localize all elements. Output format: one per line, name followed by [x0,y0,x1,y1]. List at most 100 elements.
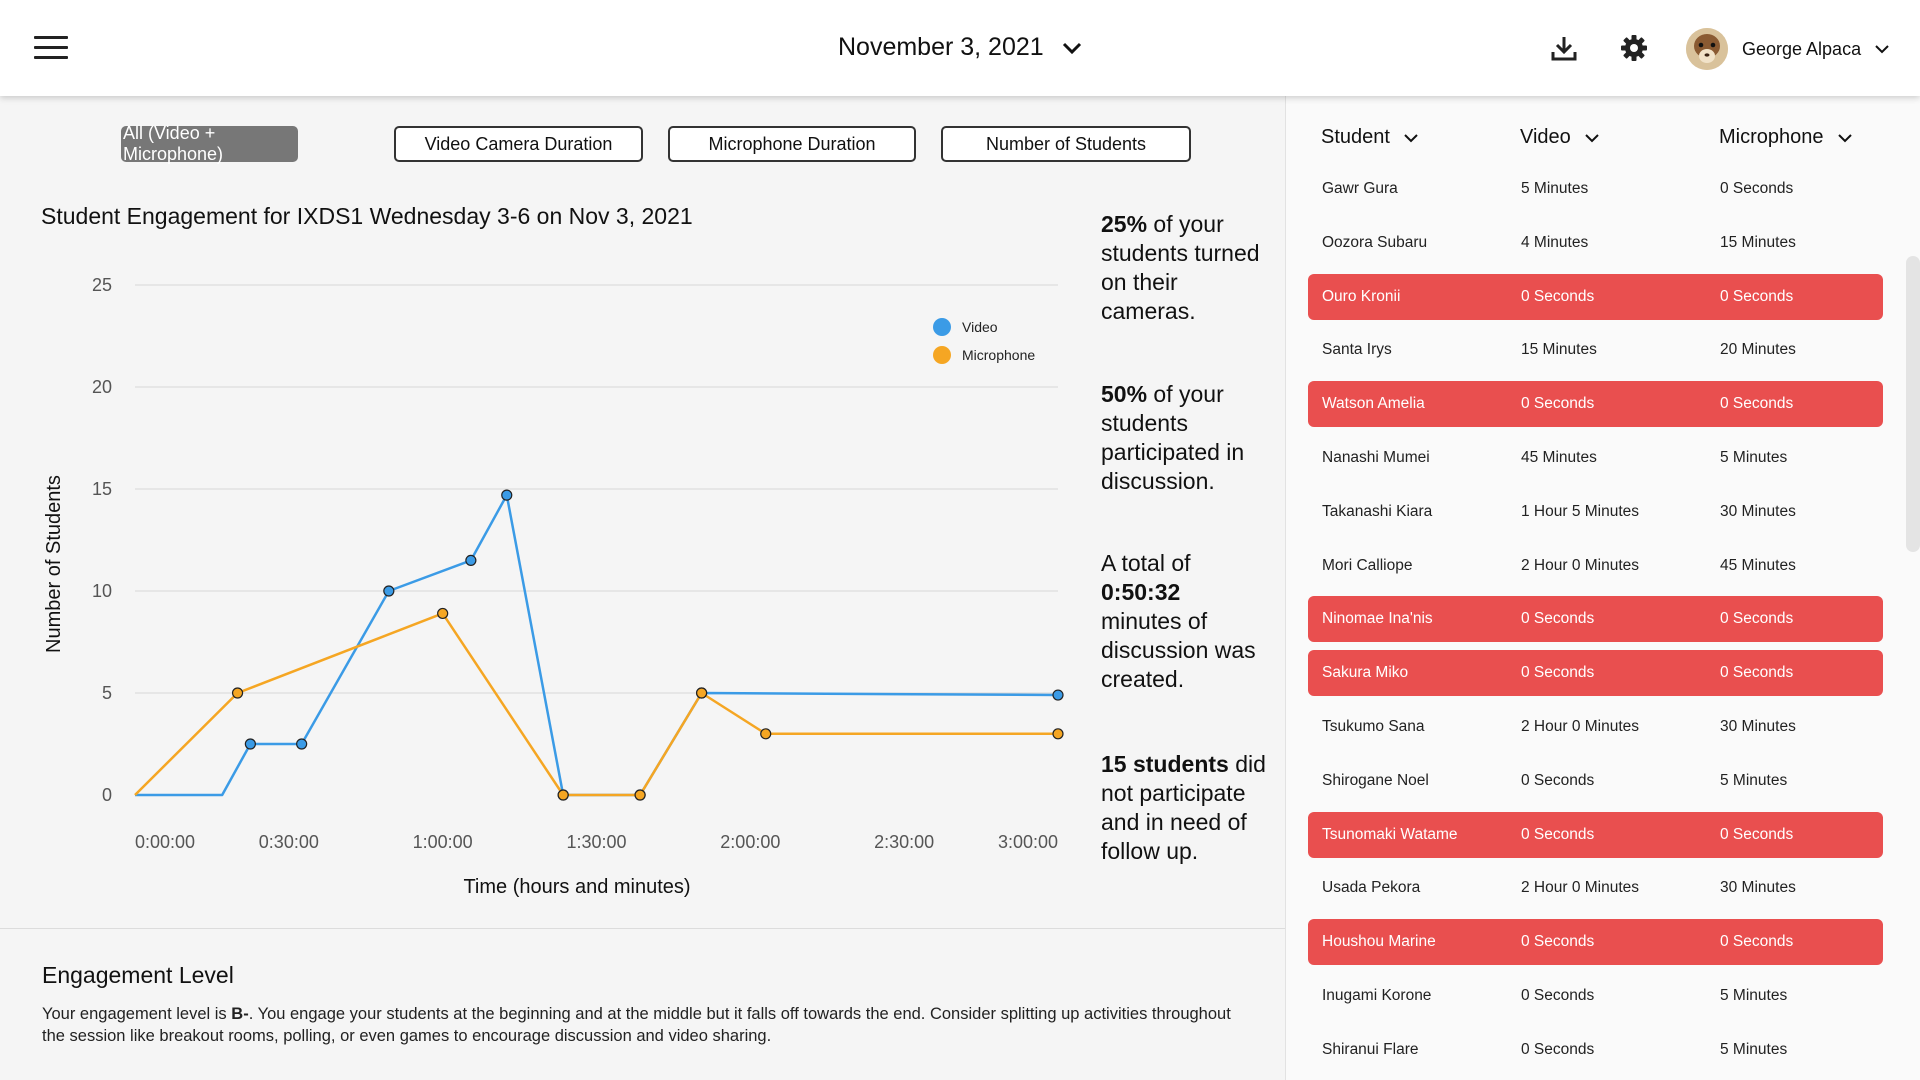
table-row[interactable]: Santa Irys 15 Minutes 20 Minutes [1308,327,1883,373]
y-tick-label: 10 [92,581,112,601]
data-point-video[interactable] [383,585,395,597]
student-name: Mori Calliope [1322,556,1413,574]
data-point-video[interactable] [244,738,256,750]
video-duration: 0 Seconds [1521,395,1595,413]
microphone-duration: 0 Seconds [1720,664,1794,682]
tab-video-camera-duration[interactable]: Video Camera Duration [394,126,643,162]
student-name: Takanashi Kiara [1322,502,1433,520]
chevron-down-icon [1585,133,1599,142]
table-row[interactable]: Houshou Marine 0 Seconds 0 Seconds [1308,919,1883,966]
video-duration: 2 Hour 0 Minutes [1521,556,1640,574]
data-point-microphone[interactable] [760,728,772,740]
microphone-duration: 45 Minutes [1720,556,1796,574]
tab-number-of-students[interactable]: Number of Students [941,126,1191,162]
column-header-student[interactable]: Student [1321,126,1418,149]
data-point-video[interactable] [1052,689,1064,701]
data-point-video[interactable] [501,489,513,501]
video-duration: 2 Hour 0 Minutes [1521,718,1640,735]
table-row[interactable]: Watson Amelia 0 Seconds 0 Seconds [1308,381,1883,428]
video-duration: 45 Minutes [1521,449,1597,466]
y-tick-label: 15 [92,479,112,499]
video-duration: 0 Seconds [1521,771,1595,789]
microphone-duration: 5 Minutes [1720,449,1788,466]
microphone-duration: 5 Minutes [1720,987,1788,1004]
table-row[interactable]: Tsunomaki Watame 0 Seconds 0 Seconds [1308,811,1883,858]
student-name: Santa Irys [1322,341,1392,359]
student-name: Tsukumo Sana [1322,718,1425,735]
student-name: Gawr Gura [1322,180,1398,197]
x-tick-label: 3:00:00 [998,832,1058,852]
microphone-duration: 0 Seconds [1720,933,1794,951]
data-point-microphone[interactable] [634,789,646,801]
chevron-down-icon [1837,133,1852,142]
video-duration: 15 Minutes [1521,341,1597,359]
chevron-down-icon [1875,45,1889,54]
student-name: Houshou Marine [1322,933,1436,951]
y-tick-label: 25 [92,275,112,295]
date-selector[interactable]: November 3, 2021 [838,33,1082,62]
video-duration: 0 Seconds [1521,933,1595,951]
x-tick-label: 0:00:00 [135,832,195,852]
table-row[interactable]: Nanashi Mumei 45 Minutes 5 Minutes [1308,435,1883,481]
video-duration: 2 Hour 0 Minutes [1521,879,1640,897]
table-row[interactable]: Usada Pekora 2 Hour 0 Minutes 30 Minutes [1308,865,1883,911]
data-point-microphone[interactable] [1052,728,1064,740]
table-row[interactable]: Mori Calliope 2 Hour 0 Minutes 45 Minutes [1308,543,1883,589]
column-header-video[interactable]: Video [1520,126,1599,149]
date-label: November 3, 2021 [838,33,1044,61]
table-row[interactable]: Oozora Subaru 4 Minutes 15 Minutes [1308,220,1883,266]
scrollbar[interactable] [1906,256,1920,552]
table-row[interactable]: Ninomae Ina'nis 0 Seconds 0 Seconds [1308,596,1883,643]
data-point-video[interactable] [296,738,308,750]
stat-cameras: 25% of your students turned on their cam… [1101,211,1260,324]
stat-discussion-time: A total of 0:50:32 minutes of discussion… [1101,550,1256,692]
table-row[interactable]: Shirogane Noel 0 Seconds 5 Minutes [1308,758,1883,804]
top-bar: November 3, 2021 George Alpaca [0,0,1920,96]
download-icon[interactable] [1550,34,1578,62]
tab-microphone-duration[interactable]: Microphone Duration [668,126,916,162]
video-duration: 0 Seconds [1521,1040,1595,1058]
table-row[interactable]: Tsukumo Sana 2 Hour 0 Minutes 30 Minutes [1308,704,1883,750]
table-row[interactable]: Inugami Korone 0 Seconds 5 Minutes [1308,973,1883,1019]
table-row[interactable]: Takanashi Kiara 1 Hour 5 Minutes 30 Minute… [1308,489,1883,535]
microphone-duration: 5 Minutes [1720,771,1788,789]
student-name: Inugami Korone [1322,987,1432,1004]
table-row[interactable]: Ouro Kronii 0 Seconds 0 Seconds [1308,273,1883,320]
data-point-microphone[interactable] [696,687,708,699]
legend-marker-video [933,318,951,336]
microphone-duration: 0 Seconds [1720,825,1794,843]
user-name: George Alpaca [1742,38,1862,59]
avatar [1686,28,1728,70]
hamburger-menu-icon[interactable] [34,36,68,60]
y-tick-label: 5 [102,683,112,703]
microphone-duration: 0 Seconds [1720,395,1794,413]
series-line-microphone [134,612,1058,797]
microphone-duration: 30 Minutes [1720,502,1796,520]
microphone-duration: 5 Minutes [1720,1040,1788,1058]
data-point-microphone[interactable] [437,607,449,620]
table-row[interactable]: Sakura Miko 0 Seconds 0 Seconds [1308,650,1883,697]
student-name: Nanashi Mumei [1322,449,1430,466]
microphone-duration: 20 Minutes [1720,341,1796,359]
data-point-microphone[interactable] [557,789,569,801]
video-duration: 0 Seconds [1521,610,1595,628]
legend-label: Video [962,319,998,335]
legend-marker-microphone [933,346,951,364]
user-menu[interactable]: George Alpaca [1686,28,1889,70]
column-header-microphone[interactable]: Microphone [1719,126,1852,149]
video-duration: 4 Minutes [1521,233,1589,251]
microphone-duration: 30 Minutes [1720,718,1796,735]
table-row[interactable]: Gawr Gura 5 Minutes 0 Seconds [1308,166,1883,212]
data-point-video[interactable] [465,554,477,566]
table-row[interactable]: Shiranui Flare 0 Seconds 5 Minutes [1308,1027,1883,1073]
video-duration: 5 Minutes [1521,180,1589,197]
series-line-video [135,493,1059,797]
gear-icon[interactable] [1620,34,1648,62]
video-duration: 1 Hour 5 Minutes [1521,502,1640,520]
video-duration: 0 Seconds [1521,987,1595,1004]
tab-all[interactable]: All (Video + Microphone) [121,123,298,164]
data-point-microphone[interactable] [231,687,244,699]
microphone-duration: 0 Seconds [1720,287,1794,305]
student-name: Shiranui Flare [1322,1040,1419,1058]
video-duration: 0 Seconds [1521,664,1595,682]
